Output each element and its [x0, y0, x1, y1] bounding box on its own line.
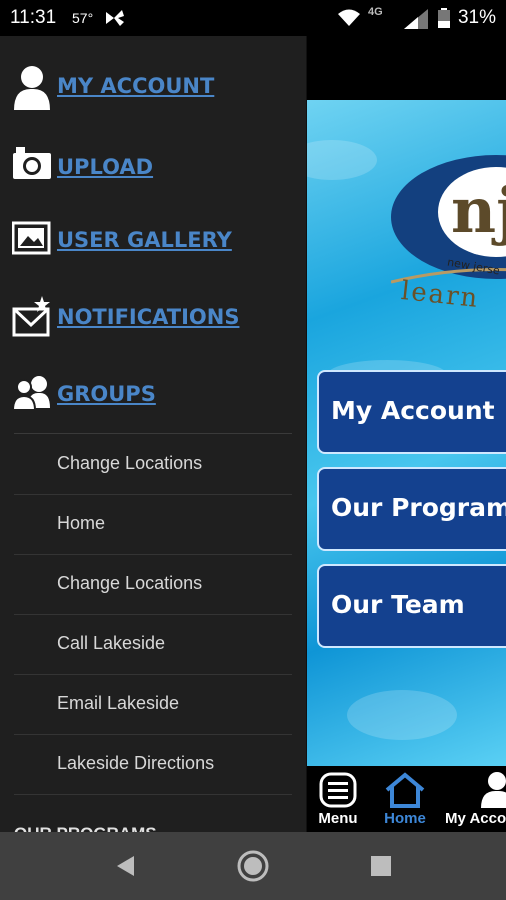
status-bar: 11:31 57° 4G 31% [0, 0, 506, 36]
tab-label: Home [384, 810, 426, 827]
camera-icon [13, 147, 51, 179]
list-item-home[interactable]: Home [14, 494, 292, 555]
tab-home[interactable]: Home [369, 766, 441, 832]
tab-bar: Menu Home My Acco [307, 766, 506, 832]
list-item-label: Lakeside Directions [57, 753, 215, 773]
logo: nj new jerse learn [390, 132, 506, 314]
group-icon [12, 376, 50, 411]
logo-text: nj [451, 174, 506, 247]
tab-my-account[interactable]: My Acco [441, 766, 506, 832]
list-item-change-locations[interactable]: Change Locations [14, 554, 292, 615]
nav-item-upload[interactable]: UPLOAD [0, 137, 306, 197]
network-type: 4G [368, 6, 383, 18]
list-item-label: Email Lakeside [57, 693, 180, 713]
button-label: My Account [331, 396, 495, 425]
my-account-button[interactable]: My Account [317, 370, 506, 454]
list-item-label: Home [57, 513, 106, 533]
navigation-drawer: MY ACCOUNT UPLOAD USER GALLERY NOTIFICAT… [0, 36, 306, 832]
nav-item-groups[interactable]: GROUPS [0, 364, 306, 424]
recents-icon[interactable] [370, 855, 392, 877]
list-item-label: Change Locations [57, 453, 203, 473]
menu-icon [319, 772, 357, 808]
button-label: Our Programs [331, 493, 506, 522]
tab-label: Menu [318, 810, 358, 827]
list-item-lakeside-directions[interactable]: Lakeside Directions [14, 734, 292, 795]
nav-label: UPLOAD [57, 155, 154, 179]
wifi-icon [338, 9, 360, 26]
tab-label: My Acco [445, 810, 506, 827]
button-label: Our Team [331, 590, 465, 619]
status-temperature: 57° [72, 10, 94, 26]
nav-label: USER GALLERY [57, 228, 232, 252]
tab-menu[interactable]: Menu [307, 766, 369, 832]
back-icon[interactable] [114, 854, 138, 878]
water-ripple [347, 690, 457, 740]
app-bar [307, 36, 506, 100]
nav-item-my-account[interactable]: MY ACCOUNT [0, 56, 306, 116]
home-icon [385, 772, 425, 808]
status-time: 11:31 [10, 7, 57, 28]
notification-icon [106, 10, 124, 26]
water-ripple [307, 140, 377, 180]
nav-label: NOTIFICATIONS [57, 305, 240, 329]
list-item-email-lakeside[interactable]: Email Lakeside [14, 674, 292, 735]
list-item-change-locations[interactable]: Change Locations [14, 434, 292, 495]
section-header: OUR PROGRAMS [14, 824, 157, 832]
list-item-call-lakeside[interactable]: Call Lakeside [14, 614, 292, 675]
nav-label: GROUPS [57, 382, 156, 406]
person-icon [481, 772, 506, 808]
nav-item-notifications[interactable]: NOTIFICATIONS [0, 287, 306, 347]
list-item-label: Change Locations [57, 573, 203, 593]
battery-icon [438, 8, 450, 28]
gallery-icon [12, 221, 51, 255]
battery-level: 31% [457, 7, 496, 28]
list-item-label: Call Lakeside [57, 633, 166, 653]
our-programs-button[interactable]: Our Programs [317, 467, 506, 551]
our-team-button[interactable]: Our Team [317, 564, 506, 648]
person-icon [14, 66, 50, 110]
system-nav-bar [0, 832, 506, 900]
home-circle-icon[interactable] [236, 849, 270, 883]
home-content: nj new jerse learn My Account Our Progra… [307, 100, 506, 766]
nav-item-user-gallery[interactable]: USER GALLERY [0, 210, 306, 270]
signal-icon [404, 9, 428, 29]
envelope-star-icon [12, 296, 50, 337]
nav-label: MY ACCOUNT [57, 74, 215, 98]
